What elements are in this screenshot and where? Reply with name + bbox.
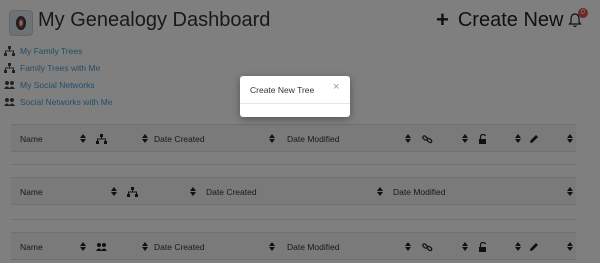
modal-title: Create New Tree [250,85,315,95]
close-icon[interactable]: × [333,82,339,93]
modal-divider [240,103,350,104]
create-new-tree-modal: Create New Tree × [240,76,350,117]
modal-backdrop[interactable] [0,0,600,263]
dashboard-page: My Genealogy Dashboard + Create New 0 My… [0,0,600,263]
